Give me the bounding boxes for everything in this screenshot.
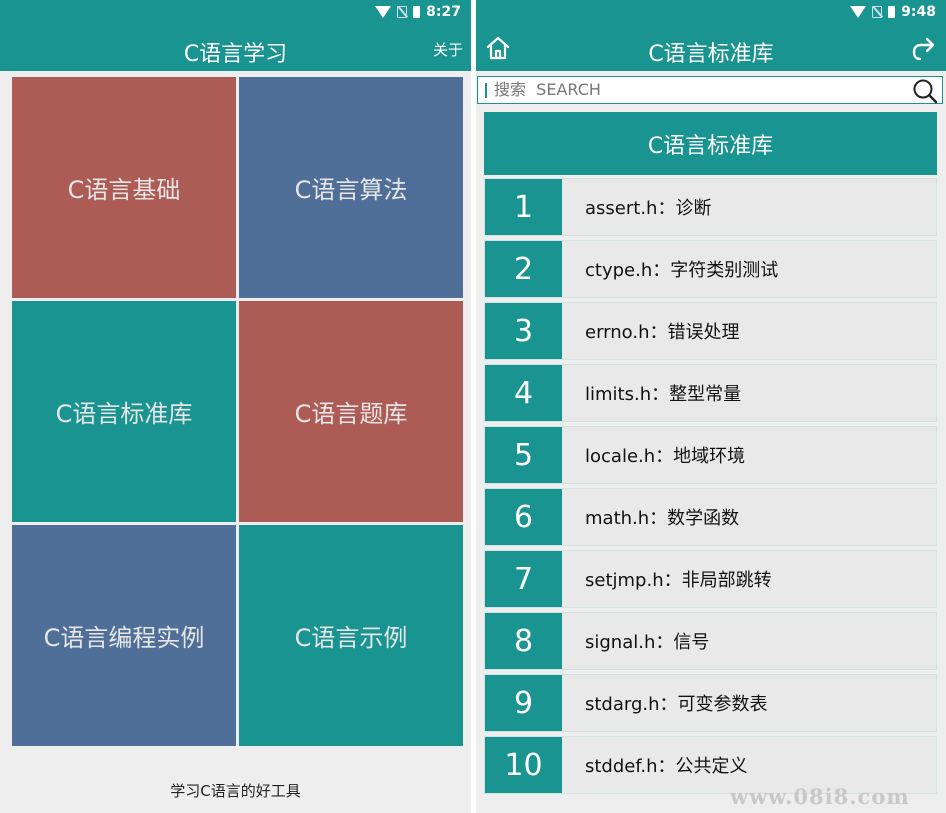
status-bar: 9:48: [476, 0, 946, 27]
app-bar: C语言学习 关于: [0, 27, 471, 71]
app-title: C语言学习: [183, 42, 288, 67]
search-icon[interactable]: [912, 78, 938, 104]
item-label: setjmp.h：非局部跳转: [585, 570, 772, 591]
item-label: assert.h：诊断: [585, 198, 712, 219]
item-number: 3: [485, 303, 562, 359]
app-title: C语言标准库: [648, 42, 774, 67]
wifi-icon: [850, 6, 867, 18]
left-screen: 8:27 C语言学习 关于 C语言基础 C语言算法 C语言标准库 C语言题库 C…: [0, 0, 471, 813]
list-item[interactable]: 4 limits.h：整型常量: [484, 364, 937, 422]
item-number: 7: [485, 551, 562, 607]
list-item[interactable]: 5 locale.h：地域环境: [484, 426, 937, 484]
item-label: stdarg.h：可变参数表: [585, 694, 768, 715]
wifi-icon: [375, 6, 392, 18]
search-input[interactable]: [494, 77, 904, 102]
tile-c-programming-examples[interactable]: C语言编程实例: [12, 525, 236, 746]
item-label: locale.h：地域环境: [585, 446, 746, 467]
item-label: signal.h：信号: [585, 632, 710, 653]
item-number: 1: [485, 179, 562, 235]
item-number: 5: [485, 427, 562, 483]
item-label: ctype.h：字符类别测试: [585, 260, 779, 281]
list-item[interactable]: 1 assert.h：诊断: [484, 178, 937, 236]
header-list: 1 assert.h：诊断 2 ctype.h：字符类别测试 3 errno.h…: [484, 178, 937, 798]
list-item[interactable]: 3 errno.h：错误处理: [484, 302, 937, 360]
no-sim-icon: [872, 6, 883, 18]
item-number: 8: [485, 613, 562, 669]
list-item[interactable]: 8 signal.h：信号: [484, 612, 937, 670]
app-bar: C语言标准库: [476, 27, 946, 71]
item-label: errno.h：错误处理: [585, 322, 740, 343]
no-sim-icon: [397, 6, 408, 18]
status-icons: 8:27: [375, 4, 461, 20]
item-label: math.h：数学函数: [585, 508, 740, 529]
list-item[interactable]: 9 stdarg.h：可变参数表: [484, 674, 937, 732]
item-label: limits.h：整型常量: [585, 384, 742, 405]
menu-grid: C语言基础 C语言算法 C语言标准库 C语言题库 C语言编程实例 C语言示例: [12, 77, 464, 746]
item-number: 4: [485, 365, 562, 421]
status-icons: 9:48: [850, 4, 936, 20]
status-bar: 8:27: [0, 0, 471, 27]
status-time: 8:27: [426, 4, 461, 20]
right-screen: 9:48 C语言标准库 C语言标准库 1 assert.h：诊断 2 ctype…: [476, 0, 946, 813]
item-label: stddef.h：公共定义: [585, 756, 748, 777]
share-icon[interactable]: [910, 34, 938, 62]
tile-c-basics[interactable]: C语言基础: [12, 77, 236, 298]
item-number: 10: [485, 737, 562, 793]
watermark: www.08i8.com: [730, 784, 910, 809]
tile-c-question-bank[interactable]: C语言题库: [239, 301, 463, 522]
list-item[interactable]: 7 setjmp.h：非局部跳转: [484, 550, 937, 608]
item-number: 6: [485, 489, 562, 545]
tile-c-standard-library[interactable]: C语言标准库: [12, 301, 236, 522]
battery-icon: [888, 6, 896, 18]
search-box: [477, 76, 943, 104]
library-header: C语言标准库: [484, 112, 937, 175]
item-number: 9: [485, 675, 562, 731]
item-number: 2: [485, 241, 562, 297]
about-button[interactable]: 关于: [433, 39, 463, 60]
list-item[interactable]: 2 ctype.h：字符类别测试: [484, 240, 937, 298]
tile-c-samples[interactable]: C语言示例: [239, 525, 463, 746]
tile-c-algorithms[interactable]: C语言算法: [239, 77, 463, 298]
search-caret: [485, 83, 487, 98]
battery-icon: [413, 6, 421, 18]
footer-tagline: 学习C语言的好工具: [170, 782, 301, 800]
list-item[interactable]: 6 math.h：数学函数: [484, 488, 937, 546]
status-time: 9:48: [901, 4, 936, 20]
